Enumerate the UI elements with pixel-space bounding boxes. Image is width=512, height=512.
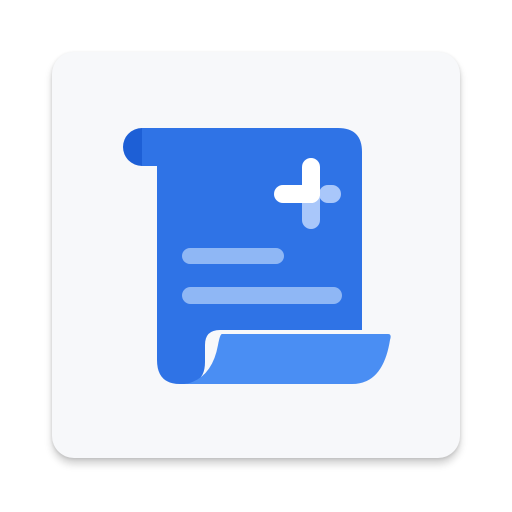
document-line-2	[182, 287, 342, 304]
document-line-1	[182, 248, 284, 264]
scroll-document-plus-icon	[123, 128, 391, 384]
scroll-bottom-roll	[186, 334, 391, 384]
app-icon-canvas	[0, 0, 512, 512]
